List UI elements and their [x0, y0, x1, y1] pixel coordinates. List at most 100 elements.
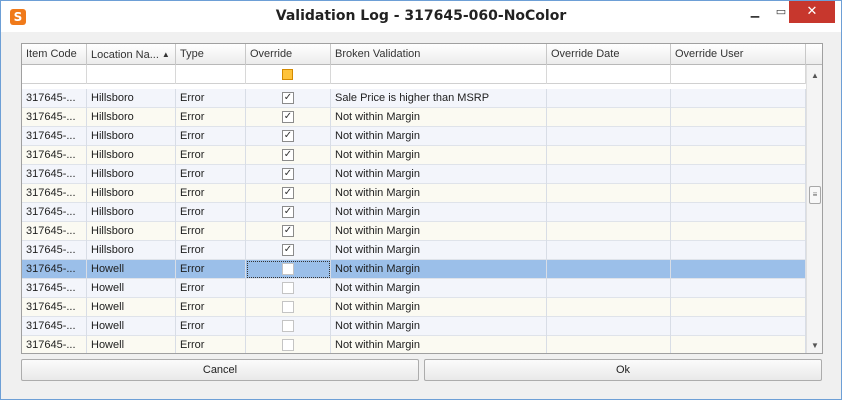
override-date-cell — [547, 203, 671, 222]
table-row[interactable]: 317645-... Howell Error Not within Margin — [22, 279, 806, 298]
override-checkbox-checked[interactable]: ✓ — [282, 92, 294, 104]
item-code-cell: 317645-... — [22, 146, 87, 165]
override-date-cell — [547, 108, 671, 127]
override-cell[interactable]: ✓ — [246, 146, 331, 165]
filter-cell-item-code[interactable] — [22, 65, 87, 84]
grid-header: Item Code Location Na... ▲ Type Override … — [22, 44, 822, 65]
validation-log-window: S Validation Log - 317645-060-NoColor ▁ … — [0, 0, 842, 400]
table-row[interactable]: 317645-... Howell Error Not within Margin — [22, 317, 806, 336]
override-user-cell — [671, 108, 806, 127]
override-checkbox-unchecked[interactable] — [282, 320, 294, 332]
table-row[interactable]: 317645-... Hillsboro Error ✓ Not within Marg… — [22, 222, 806, 241]
column-header-label: Override User — [675, 48, 744, 60]
override-checkbox-checked[interactable]: ✓ — [282, 111, 294, 123]
override-checkbox-checked[interactable]: ✓ — [282, 206, 294, 218]
override-cell[interactable]: ✓ — [246, 184, 331, 203]
item-code-cell: 317645-... — [22, 222, 87, 241]
override-checkbox-unchecked[interactable] — [282, 263, 294, 275]
override-checkbox-checked[interactable]: ✓ — [282, 225, 294, 237]
table-row[interactable]: 317645-... Hillsboro Error ✓ Not within Marg… — [22, 184, 806, 203]
column-header-override[interactable]: Override — [246, 44, 331, 65]
override-cell[interactable] — [246, 279, 331, 298]
type-cell: Error — [176, 127, 246, 146]
type-cell: Error — [176, 203, 246, 222]
item-code-cell: 317645-... — [22, 260, 87, 279]
validation-grid: Item Code Location Na... ▲ Type Override … — [21, 43, 823, 354]
override-checkbox-checked[interactable]: ✓ — [282, 149, 294, 161]
filter-cell-override-user[interactable] — [671, 65, 806, 84]
filter-cell-override[interactable] — [246, 65, 331, 84]
ok-button[interactable]: Ok — [424, 359, 822, 381]
override-date-cell — [547, 184, 671, 203]
table-row[interactable]: 317645-... Hillsboro Error ✓ Not within Marg… — [22, 241, 806, 260]
column-header-override-user[interactable]: Override User — [671, 44, 806, 65]
column-header-location-name[interactable]: Location Na... ▲ — [87, 44, 176, 65]
override-cell[interactable]: ✓ — [246, 222, 331, 241]
column-header-broken-validation[interactable]: Broken Validation — [331, 44, 547, 65]
table-row[interactable]: 317645-... Hillsboro Error ✓ Not within Marg… — [22, 108, 806, 127]
scroll-down-icon[interactable]: ▼ — [807, 337, 822, 353]
table-row[interactable]: 317645-... Howell Error Not within Margin — [22, 260, 806, 279]
table-row[interactable]: 317645-... Hillsboro Error ✓ Not within Marg… — [22, 146, 806, 165]
type-cell: Error — [176, 108, 246, 127]
location-cell: Howell — [87, 260, 176, 279]
broken-validation-cell: Not within Margin — [331, 317, 547, 336]
scroll-thumb[interactable]: ≡ — [809, 186, 821, 204]
filter-cell-type[interactable] — [176, 65, 246, 84]
override-cell[interactable] — [246, 336, 331, 353]
override-filter-checkbox[interactable] — [282, 69, 293, 80]
location-cell: Howell — [87, 317, 176, 336]
override-checkbox-checked[interactable]: ✓ — [282, 244, 294, 256]
filter-cell-override-date[interactable] — [547, 65, 671, 84]
table-row[interactable]: 317645-... Hillsboro Error ✓ Not within Marg… — [22, 127, 806, 146]
override-checkbox-unchecked[interactable] — [282, 301, 294, 313]
table-row[interactable]: 317645-... Hillsboro Error ✓ Not within Marg… — [22, 165, 806, 184]
override-cell[interactable]: ✓ — [246, 165, 331, 184]
table-row[interactable]: 317645-... Howell Error Not within Margin — [22, 298, 806, 317]
override-checkbox-unchecked[interactable] — [282, 339, 294, 351]
column-header-override-date[interactable]: Override Date — [547, 44, 671, 65]
override-cell[interactable]: ✓ — [246, 108, 331, 127]
item-code-cell: 317645-... — [22, 241, 87, 260]
location-cell: Hillsboro — [87, 184, 176, 203]
override-user-cell — [671, 336, 806, 353]
vertical-scrollbar[interactable]: ▲ ≡ ▼ — [806, 65, 822, 353]
override-date-cell — [547, 165, 671, 184]
override-date-cell — [547, 279, 671, 298]
minimize-icon[interactable]: ▁ — [741, 1, 769, 23]
broken-validation-cell: Not within Margin — [331, 241, 547, 260]
override-checkbox-checked[interactable]: ✓ — [282, 130, 294, 142]
table-row[interactable]: 317645-... Howell Error Not within Margin — [22, 336, 806, 353]
scroll-up-icon[interactable]: ▲ — [807, 67, 822, 84]
override-checkbox-unchecked[interactable] — [282, 282, 294, 294]
override-cell[interactable]: ✓ — [246, 203, 331, 222]
table-row[interactable]: 317645-... Hillsboro Error ✓ Not within Marg… — [22, 203, 806, 222]
override-cell[interactable]: ✓ — [246, 89, 331, 108]
title-bar: S Validation Log - 317645-060-NoColor ▁ … — [1, 1, 841, 32]
override-cell[interactable] — [246, 298, 331, 317]
override-cell[interactable] — [246, 260, 331, 279]
close-icon[interactable]: ✕ — [789, 1, 835, 23]
broken-validation-cell: Not within Margin — [331, 203, 547, 222]
broken-validation-cell: Not within Margin — [331, 184, 547, 203]
column-header-label: Item Code — [26, 48, 77, 60]
override-cell[interactable] — [246, 317, 331, 336]
type-cell: Error — [176, 336, 246, 353]
filter-cell-broken-validation[interactable] — [331, 65, 547, 84]
broken-validation-cell: Not within Margin — [331, 108, 547, 127]
column-header-item-code[interactable]: Item Code — [22, 44, 87, 65]
override-cell[interactable]: ✓ — [246, 127, 331, 146]
override-cell[interactable]: ✓ — [246, 241, 331, 260]
filter-cell-location-name[interactable] — [87, 65, 176, 84]
override-checkbox-checked[interactable]: ✓ — [282, 187, 294, 199]
cancel-button[interactable]: Cancel — [21, 359, 419, 381]
broken-validation-cell: Sale Price is higher than MSRP — [331, 89, 547, 108]
override-checkbox-checked[interactable]: ✓ — [282, 168, 294, 180]
override-user-cell — [671, 260, 806, 279]
column-header-label: Override — [250, 48, 293, 60]
type-cell: Error — [176, 146, 246, 165]
item-code-cell: 317645-... — [22, 279, 87, 298]
location-cell: Hillsboro — [87, 146, 176, 165]
table-row[interactable]: 317645-... Hillsboro Error ✓ Sale Price is h… — [22, 89, 806, 108]
column-header-type[interactable]: Type — [176, 44, 246, 65]
